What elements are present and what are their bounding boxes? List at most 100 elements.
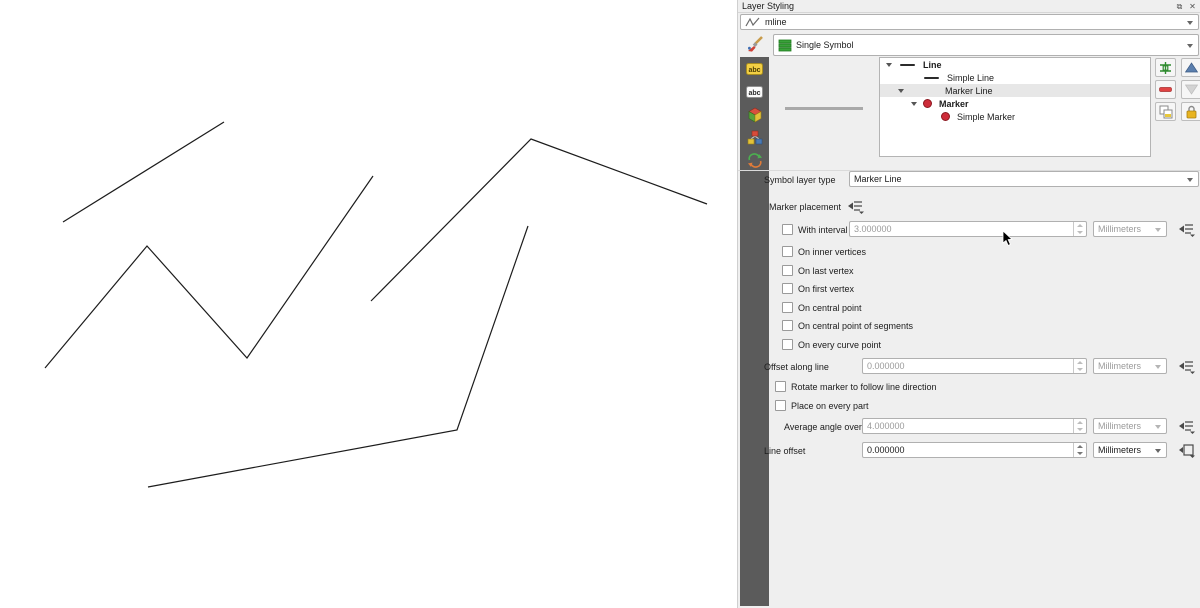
marker-symbol-icon: [923, 99, 932, 108]
data-defined-override-icon: [1178, 359, 1195, 374]
on-inner-vertices-label: On inner vertices: [798, 247, 866, 257]
move-up-button[interactable]: [1181, 58, 1200, 77]
offset-along-line-spinbox[interactable]: [862, 358, 1087, 374]
remove-symbol-layer-button[interactable]: [1155, 80, 1176, 99]
chevron-down-icon: [1155, 365, 1161, 369]
sidebar-tab-3d-view[interactable]: [740, 103, 769, 126]
expander-icon[interactable]: [898, 89, 904, 93]
expander-icon[interactable]: [886, 63, 892, 67]
add-symbol-layer-button[interactable]: [1155, 58, 1176, 77]
svg-text:abc: abc: [748, 90, 760, 97]
layer-styling-panel: Layer Styling ⧉ ✕ mline: [737, 0, 1200, 608]
data-defined-override-icon: [1178, 443, 1195, 458]
chevron-down-icon: [1155, 425, 1161, 429]
unit-value: Millimeters: [1098, 361, 1141, 371]
layer-selector-combo[interactable]: mline: [740, 14, 1199, 30]
tree-row-marker-line[interactable]: Marker Line: [880, 84, 1150, 97]
symbol-layer-type-combo[interactable]: Marker Line: [849, 171, 1199, 187]
tree-row-simple-line[interactable]: Simple Line: [880, 71, 1150, 84]
offset-along-line-label: Offset along line: [764, 362, 829, 372]
offset-along-line-unit-combo[interactable]: Millimeters: [1093, 358, 1167, 374]
float-panel-icon[interactable]: ⧉: [1174, 1, 1185, 12]
rotate-marker-label: Rotate marker to follow line direction: [791, 382, 937, 392]
average-angle-over-override-button[interactable]: [1176, 418, 1197, 435]
with-interval-override-button[interactable]: [1176, 221, 1197, 238]
line-symbol-icon: [900, 64, 915, 66]
spin-buttons[interactable]: [1073, 222, 1086, 236]
qgis-window: Layer Styling ⧉ ✕ mline: [0, 0, 1200, 608]
marker-symbol-icon: [941, 112, 950, 121]
spin-buttons[interactable]: [1073, 419, 1086, 433]
line-offset-override-button[interactable]: [1176, 442, 1197, 459]
rotate-marker-checkbox[interactable]: [775, 381, 786, 392]
sidebar-tab-diagrams[interactable]: [740, 126, 769, 149]
on-central-point-label: On central point: [798, 303, 862, 313]
on-central-point-segments-checkbox[interactable]: [782, 320, 793, 331]
svg-text:abc: abc: [748, 67, 760, 74]
on-every-curve-point-checkbox[interactable]: [782, 339, 793, 350]
line-offset-spinbox[interactable]: [862, 442, 1087, 458]
sidebar-tab-symbology[interactable]: [740, 32, 769, 57]
move-down-button[interactable]: [1181, 80, 1200, 99]
history-arrows-icon: [747, 153, 763, 168]
average-angle-over-spinbox[interactable]: [862, 418, 1087, 434]
close-panel-icon[interactable]: ✕: [1187, 1, 1198, 12]
sidebar-tab-masks[interactable]: abc: [740, 80, 769, 103]
on-inner-vertices-checkbox[interactable]: [782, 246, 793, 257]
line-offset-label: Line offset: [764, 446, 805, 456]
line-symbol-icon: [924, 77, 939, 79]
renderer-combo[interactable]: Single Symbol: [773, 34, 1199, 56]
minus-icon: [1159, 87, 1172, 92]
duplicate-symbol-layer-button[interactable]: [1155, 102, 1176, 121]
symbol-preview-line: [785, 107, 863, 110]
tree-row-simple-marker[interactable]: Simple Marker: [880, 110, 1150, 123]
panel-title: Layer Styling: [742, 1, 794, 11]
line-offset-unit-combo[interactable]: Millimeters: [1093, 442, 1167, 458]
on-last-vertex-checkbox[interactable]: [782, 265, 793, 276]
symbol-layer-type-value: Marker Line: [854, 174, 902, 184]
chevron-down-icon: [1155, 228, 1161, 232]
on-central-point-segments-label: On central point of segments: [798, 321, 913, 331]
on-first-vertex-checkbox[interactable]: [782, 283, 793, 294]
renderer-value: Single Symbol: [796, 40, 854, 50]
diagram-icon: [747, 130, 763, 145]
unit-value: Millimeters: [1098, 445, 1141, 455]
with-interval-unit-combo[interactable]: Millimeters: [1093, 221, 1167, 237]
chevron-down-icon: [1187, 44, 1193, 48]
tree-row-marker[interactable]: Marker: [880, 97, 1150, 110]
marker-placement-override-button[interactable]: [845, 198, 866, 215]
line-offset-input[interactable]: [863, 443, 1086, 457]
spin-buttons[interactable]: [1073, 443, 1086, 457]
spin-buttons[interactable]: [1073, 359, 1086, 373]
on-central-point-checkbox[interactable]: [782, 302, 793, 313]
average-angle-over-unit-combo[interactable]: Millimeters: [1093, 418, 1167, 434]
place-every-part-checkbox[interactable]: [775, 400, 786, 411]
unit-value: Millimeters: [1098, 421, 1141, 431]
mouse-cursor: [1002, 230, 1014, 247]
sidebar-tab-history[interactable]: [740, 149, 769, 172]
data-defined-override-icon: [847, 199, 864, 214]
average-angle-over-input[interactable]: [863, 419, 1086, 433]
with-interval-checkbox[interactable]: [782, 224, 793, 235]
sidebar-tab-labels[interactable]: abc: [740, 57, 769, 80]
arrow-up-icon: [1185, 62, 1198, 73]
tree-item-label: Line: [923, 60, 942, 70]
marker-placement-label: Marker placement: [769, 202, 841, 212]
single-symbol-icon: [778, 39, 792, 52]
offset-along-line-override-button[interactable]: [1176, 358, 1197, 375]
chevron-down-icon: [1187, 21, 1193, 25]
offset-along-line-input[interactable]: [863, 359, 1086, 373]
chevron-down-icon: [1187, 178, 1193, 182]
layer-selector-value: mline: [765, 17, 787, 27]
map-canvas[interactable]: [0, 0, 737, 608]
symbol-layer-type-label: Symbol layer type: [764, 175, 836, 185]
lock-symbol-layer-button[interactable]: [1181, 102, 1200, 121]
mask-abc-icon: abc: [746, 86, 763, 98]
with-interval-spinbox[interactable]: [849, 221, 1087, 237]
with-interval-input[interactable]: [850, 222, 1086, 236]
on-last-vertex-label: On last vertex: [798, 266, 854, 276]
tree-item-label: Simple Line: [947, 73, 994, 83]
expander-icon[interactable]: [911, 102, 917, 106]
tree-row-line[interactable]: Line: [880, 58, 1150, 71]
lock-icon: [1185, 105, 1198, 119]
